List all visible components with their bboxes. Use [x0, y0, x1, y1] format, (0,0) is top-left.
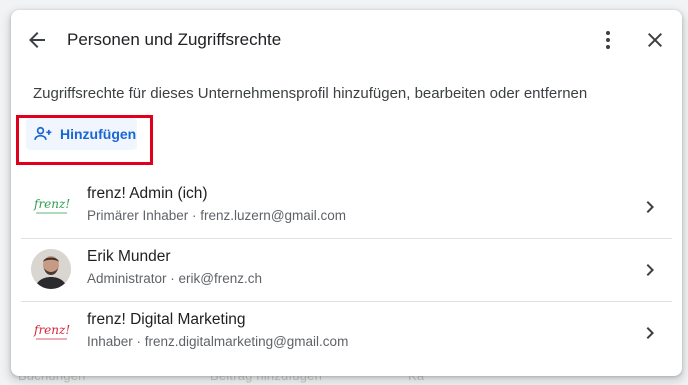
person-row-frenz-admin[interactable]: frenz! frenz! Admin (ich) Primärer Inhab…	[21, 176, 672, 239]
person-name: frenz! Digital Marketing	[87, 311, 246, 328]
close-icon	[648, 33, 662, 47]
logo-text: frenz!	[33, 323, 70, 337]
person-add-icon	[33, 124, 53, 144]
person-photo-avatar	[31, 249, 71, 289]
person-name: Erik Munder	[87, 248, 171, 265]
add-person-button[interactable]: Hinzufügen	[26, 118, 137, 150]
person-role-email: Inhaber · frenz.digitalmarketing@gmail.c…	[87, 334, 349, 349]
person-row-frenz-digital-marketing[interactable]: frenz! frenz! Digital Marketing Inhaber …	[21, 302, 672, 364]
people-access-dialog: Personen und Zugriffsrechte Zugriffsrech…	[11, 10, 682, 376]
close-button[interactable]	[637, 22, 673, 58]
add-person-label: Hinzufügen	[60, 126, 137, 142]
chevron-right-icon	[646, 264, 654, 276]
person-row-erik-munder[interactable]: Erik Munder Administrator · erik@frenz.c…	[21, 239, 672, 302]
person-role-email: Primärer Inhaber · frenz.luzern@gmail.co…	[87, 208, 347, 223]
dialog-description: Zugriffsrechte für dieses Unternehmenspr…	[33, 85, 588, 102]
chevron-right-icon	[646, 327, 654, 339]
back-button[interactable]	[19, 22, 55, 58]
frenz-logo-avatar: frenz!	[31, 312, 71, 352]
dialog-title: Personen und Zugriffsrechte	[67, 30, 282, 49]
frenz-logo-avatar: frenz!	[31, 186, 71, 226]
person-name: frenz! Admin (ich)	[87, 185, 208, 202]
more-options-button[interactable]	[590, 22, 626, 58]
logo-text: frenz!	[33, 197, 70, 211]
more-vert-icon	[606, 31, 610, 49]
people-list: frenz! frenz! Admin (ich) Primärer Inhab…	[21, 176, 672, 364]
chevron-right-icon	[646, 201, 654, 213]
arrow-back-icon	[29, 32, 45, 48]
person-role-email: Administrator · erik@frenz.ch	[87, 271, 262, 286]
dialog-header: Personen und Zugriffsrechte	[11, 10, 682, 70]
